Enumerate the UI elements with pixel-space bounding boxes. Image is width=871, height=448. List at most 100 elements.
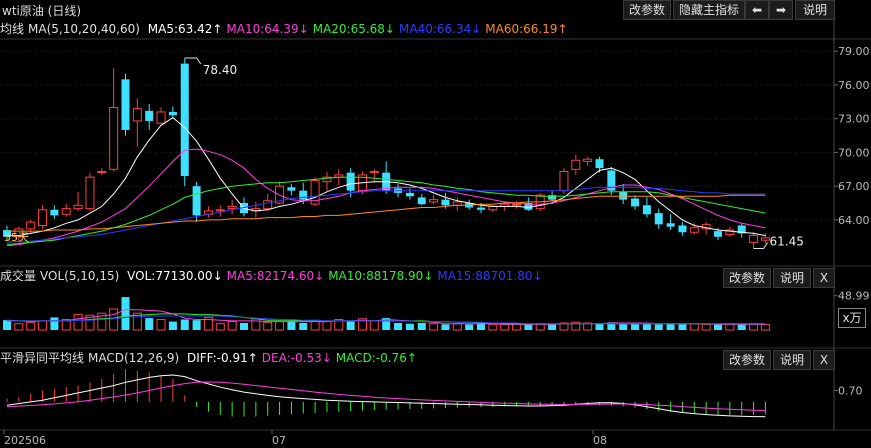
volume-bar (73, 314, 83, 331)
candle-body (749, 235, 759, 243)
candle-body (488, 205, 498, 211)
candle-body (405, 192, 414, 197)
volume-bar (121, 297, 130, 330)
candle-body (666, 223, 675, 227)
main-ytick-label: 76.00 (838, 79, 870, 92)
volume-bar (263, 321, 273, 331)
volume-bar (429, 323, 439, 331)
volume-bar (287, 320, 296, 330)
x-axis-label: 07 (272, 434, 286, 447)
macd-ytick-label: 0.70 (838, 384, 863, 397)
main-ytick-label: 64.00 (838, 214, 870, 227)
vol-header: 成交量 VOL(5,10,15) VOL:77130.00↓ MA5:82174.6… (0, 266, 551, 286)
volume-bar (215, 323, 225, 331)
volume-bar (465, 324, 474, 330)
vol-close-button[interactable]: X (813, 268, 835, 288)
candle-body (227, 205, 237, 210)
volume-bar (524, 324, 533, 330)
volume-bar (654, 324, 663, 330)
candle-body (631, 198, 640, 207)
candle-body (168, 111, 177, 116)
candle-body (299, 190, 308, 200)
candle-body (595, 159, 604, 169)
candle-body (417, 197, 426, 205)
volume-bar (14, 323, 24, 331)
volume-bar (240, 323, 248, 330)
volume-bar (394, 323, 403, 330)
candle-body (38, 209, 48, 227)
x-axis-label: 08 (593, 434, 607, 447)
candle-body (678, 225, 687, 233)
vol-edit-params-button[interactable]: 改参数 (723, 268, 771, 288)
candle-body (145, 110, 154, 121)
candle-body (760, 237, 770, 241)
candle-body (97, 171, 107, 174)
volume-bar (299, 323, 308, 330)
candle-body (26, 221, 36, 230)
volume-bar (168, 321, 177, 330)
candle-body (85, 176, 95, 210)
volume-bar (452, 323, 462, 331)
volume-bar (38, 320, 48, 331)
volume-bar (50, 317, 59, 330)
edit-params-button[interactable]: 改参数 (623, 0, 671, 20)
volume-bar (322, 321, 332, 331)
volume-bar (156, 319, 166, 331)
candle-body (452, 201, 462, 206)
macd-header-value-1: DEA:-0.53↓ (261, 351, 332, 365)
candle-body (287, 187, 296, 191)
candle-body (109, 106, 119, 170)
volume-bar (701, 323, 711, 331)
main-ytick-label: 67.00 (838, 180, 870, 193)
vol-header-value-2: MA10:88178.90↓ (328, 269, 434, 283)
volume-bar (109, 308, 119, 331)
volume-bar (441, 324, 450, 330)
vol-help-button[interactable]: 说明 (773, 268, 811, 288)
hide-main-indicator-button[interactable]: 隐藏主指标 (673, 0, 745, 20)
main-ytick-label: 73.00 (838, 113, 870, 126)
vol-header-label: 成交量 (0, 269, 37, 283)
high-annotation-line (184, 57, 202, 65)
macd-header-name: MACD(12,26,9) (88, 351, 180, 365)
volume-bar (737, 324, 746, 330)
vol-ytick-label: 48.99 (838, 290, 870, 303)
macd-help-button[interactable]: 说明 (773, 350, 811, 370)
macd-header-value-2: MACD:-0.76↑ (335, 351, 417, 365)
low-annotation-label: 61.45 (770, 235, 804, 249)
vol-header-value-3: MA15:88701.80↓ (437, 269, 543, 283)
volume-bar (714, 324, 722, 330)
candle-body (156, 111, 166, 124)
volume-bar (631, 323, 640, 330)
candle-body (61, 208, 71, 215)
candle-body (619, 191, 628, 200)
volume-bar (488, 323, 498, 331)
main-ytick-label: 70.00 (838, 146, 870, 159)
left-arrow-button[interactable]: ⬅ (745, 0, 769, 20)
help-button[interactable]: 说明 (795, 0, 835, 20)
volume-bar (369, 320, 379, 331)
vol-header-value-1: MA5:82174.60↓ (226, 269, 325, 283)
candle-body (477, 207, 485, 210)
main-ytick-label: 79.00 (838, 45, 870, 58)
chart-svg: 79.00 76.00 73.00 70.00 67.00 64.00 78.40 61.45… (0, 20, 871, 447)
macd-header-label: 平滑异同平均线 (0, 351, 85, 365)
right-arrow-button[interactable]: ➡ (769, 0, 793, 20)
candle-body (654, 213, 663, 225)
candle-body (441, 199, 450, 206)
macd-close-button[interactable]: X (813, 350, 835, 370)
candle-body (132, 108, 142, 122)
volume-bar (26, 321, 36, 331)
vol-header-value-0: VOL:77130.00↓ (127, 269, 223, 283)
volume-bar (500, 323, 510, 331)
candle-body (689, 227, 699, 233)
volume-bar (227, 321, 237, 331)
candle-body (263, 200, 273, 210)
volume-bar (145, 318, 154, 330)
volume-bar (192, 320, 201, 330)
candle-body (121, 79, 130, 130)
volume-bar (3, 320, 11, 330)
candle-body (215, 209, 225, 212)
macd-edit-params-button[interactable]: 改参数 (723, 350, 771, 370)
candle-body (73, 204, 83, 210)
high-annotation-label: 78.40 (203, 63, 237, 77)
